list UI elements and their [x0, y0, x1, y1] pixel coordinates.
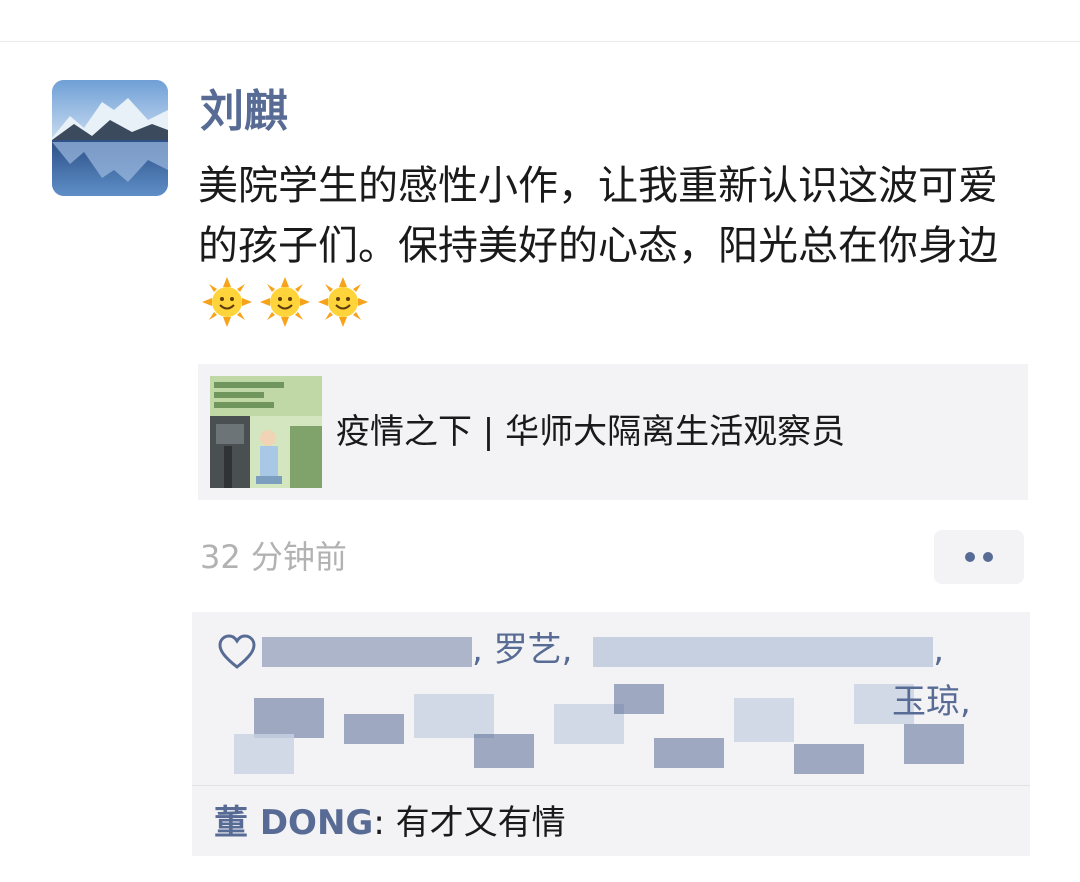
- likes-separator: ,: [472, 630, 483, 670]
- dot-icon: [965, 552, 975, 562]
- commenter-name[interactable]: 董 DONG: [214, 803, 373, 843]
- emoji-row: [202, 277, 368, 327]
- shared-link-card[interactable]: 疫情之下 | 华师大隔离生活观察员: [198, 364, 1028, 500]
- likes-separator: ,: [933, 630, 945, 670]
- post-body: 美院学生的感性小作，让我重新认识这波可爱的孩子们。保持美好的心态，阳光总在你身边: [198, 163, 998, 269]
- liker-name[interactable]: 玉琼: [892, 682, 960, 722]
- liker-name[interactable]: 罗艺: [494, 630, 562, 670]
- interaction-panel: , 罗艺, , 玉琼, 董 DONG: 有才又有情: [192, 612, 1030, 856]
- sun-with-face-icon: [202, 277, 252, 327]
- likes-list: , 罗艺, ,: [262, 626, 944, 674]
- comment-divider: [192, 785, 1030, 786]
- blurred-name: [262, 636, 472, 667]
- avatar[interactable]: [52, 80, 168, 196]
- likes-separator: ,: [960, 682, 971, 722]
- link-thumbnail: [210, 376, 322, 488]
- author-name[interactable]: 刘麒: [200, 86, 288, 138]
- post-timestamp: 32 分钟前: [200, 538, 347, 576]
- heart-icon: [218, 634, 256, 669]
- blurred-likes-mosaic: [214, 674, 974, 784]
- likes-separator: ,: [561, 630, 573, 670]
- dot-icon: [983, 552, 993, 562]
- comment-item[interactable]: 董 DONG: 有才又有情: [214, 800, 566, 846]
- likes-list-line2: 玉琼,: [892, 678, 1022, 726]
- link-title: 疫情之下 | 华师大隔离生活观察员: [336, 412, 846, 452]
- sun-with-face-icon: [260, 277, 310, 327]
- post-text: 美院学生的感性小作，让我重新认识这波可爱的孩子们。保持美好的心态，阳光总在你身边: [198, 156, 1028, 336]
- more-options-button[interactable]: [934, 530, 1024, 584]
- top-divider: [0, 41, 1080, 42]
- sun-with-face-icon: [318, 277, 368, 327]
- blurred-name: [593, 636, 934, 667]
- comment-separator: :: [373, 803, 396, 843]
- comment-text: 有才又有情: [395, 803, 566, 843]
